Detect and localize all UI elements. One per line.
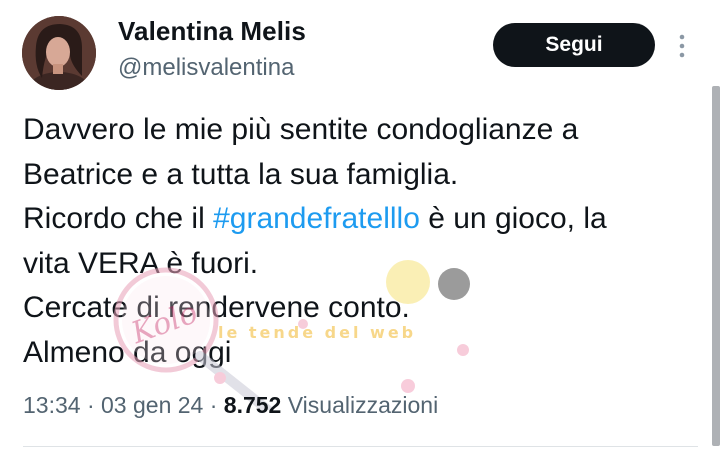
views-count: 8.752 xyxy=(223,392,282,418)
meta-separator: · xyxy=(80,392,102,418)
follow-button[interactable]: Segui xyxy=(493,23,655,67)
tweet-line: Davvero le mie più sentite condoglianze … xyxy=(23,113,579,146)
tweet-text: Davvero le mie più sentite condoglianze … xyxy=(23,108,703,375)
meta-separator: · xyxy=(203,392,224,418)
tweet-time[interactable]: 13:34 xyxy=(23,392,81,418)
tweet-line: vita VERA è fuori. xyxy=(23,246,259,280)
avatar[interactable] xyxy=(22,16,96,90)
tweet-line: Beatrice e a tutta la sua famiglia. xyxy=(23,157,459,191)
scrollbar[interactable] xyxy=(712,86,720,446)
views-label: Visualizzazioni xyxy=(281,392,438,418)
more-options-icon[interactable] xyxy=(676,33,688,59)
avatar-portrait xyxy=(22,16,96,90)
author-display-name[interactable]: Valentina Melis xyxy=(118,16,306,47)
tweet-date[interactable]: 03 gen 24 xyxy=(101,392,203,418)
tweet-line: Ricordo che il #grandefratelllo è un gio… xyxy=(23,197,703,242)
divider xyxy=(23,446,698,447)
hashtag-link[interactable]: #grandefratelllo xyxy=(213,202,420,235)
tweet-line-text: Ricordo che il xyxy=(23,202,214,235)
author-handle[interactable]: @melisvalentina xyxy=(118,54,294,82)
tweet-line: Cercate di rendervene conto. xyxy=(23,291,410,324)
tweet-line-text: è un gioco, la xyxy=(419,202,607,235)
views-label-text: Visualizzazioni xyxy=(287,392,439,418)
tweet-meta: 13:34 · 03 gen 24 · 8.752 Visualizzazion… xyxy=(23,392,438,419)
tweet-line: Almeno da oggi xyxy=(23,335,232,369)
